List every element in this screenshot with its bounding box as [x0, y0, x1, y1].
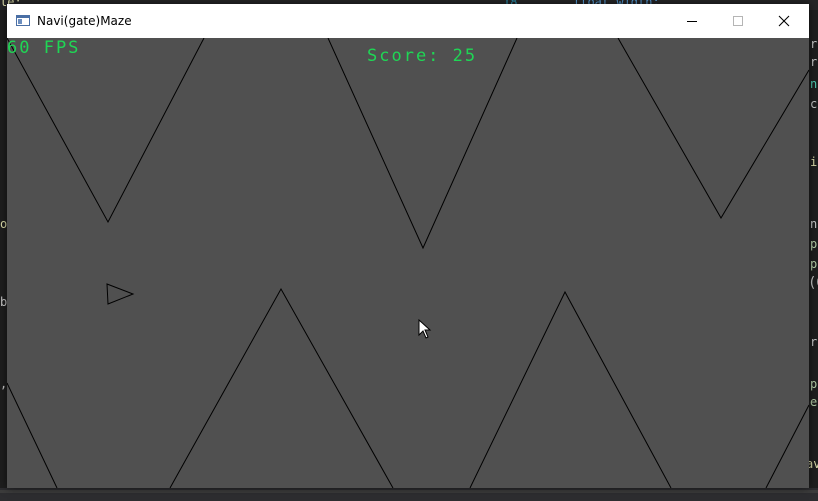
- minimize-icon: [687, 21, 697, 22]
- game-window: Navi(gate)Maze 60 FPS Score: 25: [7, 4, 809, 488]
- top-spike-obstacle: [7, 38, 205, 224]
- editor-fragment-right: pj: [810, 237, 818, 251]
- maze-scene: [7, 38, 809, 488]
- editor-fragment-right: c: [810, 97, 818, 111]
- maximize-button[interactable]: [715, 4, 761, 38]
- player-ship: [106, 283, 135, 305]
- editor-fragment-right: pj: [810, 377, 818, 391]
- editor-fragment-right: (0: [808, 275, 818, 291]
- close-button[interactable]: [761, 4, 807, 38]
- editor-fragment-right: io: [810, 155, 818, 169]
- score-display: Score: 25: [367, 46, 478, 66]
- game-canvas[interactable]: 60 FPS Score: 25: [7, 38, 809, 488]
- bottom-spike-obstacle: [765, 404, 809, 488]
- editor-fragment-right: ri: [810, 335, 818, 349]
- maximize-icon: [733, 16, 743, 26]
- bottom-spike-obstacle: [7, 382, 58, 488]
- mouse-cursor-icon: [418, 319, 432, 339]
- bottom-spike-obstacle: [469, 290, 672, 488]
- top-spike-obstacle: [617, 38, 809, 219]
- editor-fragment-right: nc: [810, 77, 818, 91]
- editor-fragment-right: ri: [810, 55, 818, 69]
- editor-fragment-right: ri: [810, 37, 818, 51]
- bottom-spike-obstacle: [169, 287, 394, 488]
- minimize-button[interactable]: [669, 4, 715, 38]
- close-icon: [778, 15, 790, 27]
- title-bar[interactable]: Navi(gate)Maze: [7, 4, 809, 38]
- app-window-icon: [16, 15, 30, 26]
- editor-fragment-right: pj: [810, 257, 818, 271]
- fps-counter: 60 FPS: [7, 38, 81, 58]
- editor-bottom-strip: [0, 490, 818, 493]
- editor-fragment-right: n: [810, 217, 818, 231]
- editor-fragment-right: er: [810, 395, 818, 409]
- window-title: Navi(gate)Maze: [37, 14, 132, 28]
- top-spike-obstacle: [327, 38, 518, 250]
